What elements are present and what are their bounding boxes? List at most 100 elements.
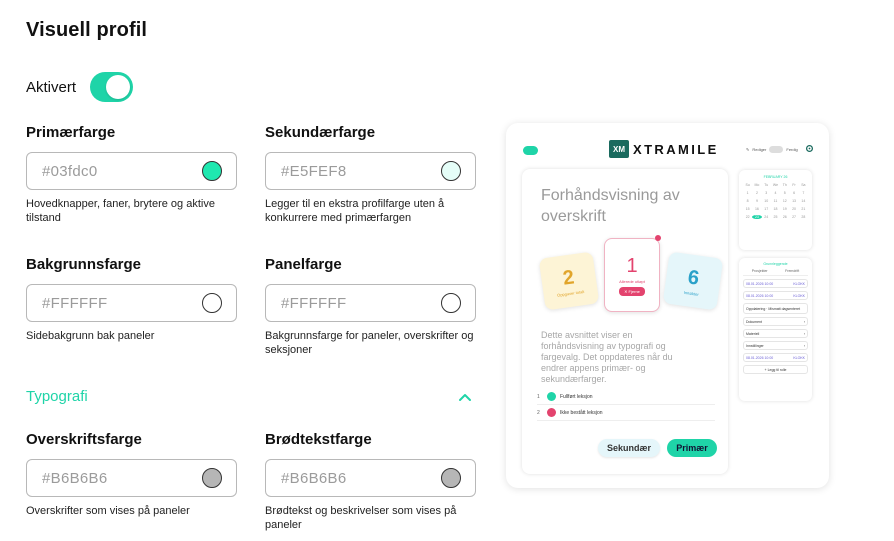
calendar-day: 13 [792, 199, 797, 203]
preview-card-tasks: 2 Oppgaver totalt [538, 251, 600, 311]
primary-color-help: Hovedknapper, faner, brytere og aktive t… [26, 198, 215, 224]
body-color-help: Brødtekst og beskrivelser som vises på p… [265, 505, 457, 531]
body-color-swatch[interactable] [441, 468, 461, 488]
calendar-day: 23 [752, 215, 762, 219]
secondary-color-label: Sekundærfarge [265, 124, 376, 141]
calendar-day: 5 [783, 191, 786, 195]
body-color-label: Brødtekstfarge [265, 431, 372, 448]
side-panel-row: Innstillinger › [743, 341, 808, 350]
calendar-day: 14 [801, 199, 806, 203]
side-panel-row-value: KLOKK [793, 293, 805, 298]
preview-menu-pill [523, 146, 538, 155]
typography-section-header[interactable]: Typografi [26, 388, 472, 405]
preview-heading: Forhåndsvisning av overskrift [541, 187, 680, 225]
preview-card-expired: 1 Allerede utløpt ✕ Fjerne [604, 238, 660, 312]
preview-card-number: 2 [561, 265, 576, 290]
panel-color-field: Panelfarge #FFFFFF Bakgrunnsfarge for pa… [265, 256, 477, 357]
calendar-day: 24 [764, 215, 769, 219]
calendar-day: 10 [764, 199, 769, 203]
side-panel-row: 08.01.2026 10:00 KLOKK [743, 353, 808, 362]
primary-color-swatch[interactable] [202, 161, 222, 181]
calendar-day: 25 [773, 215, 778, 219]
preview-edit-toggle [769, 146, 784, 153]
panel-color-help: Bakgrunnsfarge for paneler, overskrifter… [265, 330, 474, 356]
side-panel-row-label: Materiell [746, 331, 760, 336]
secondary-color-field: Sekundærfarge #E5FEF8 Legger til en ekst… [265, 124, 477, 225]
primary-color-value: #03fdc0 [42, 162, 98, 180]
side-panel-row-label: 08.01.2026 10:00 [746, 281, 774, 286]
preview-list: 1 Fullført leksjon 2 Ikke bestått leksjo… [537, 389, 715, 421]
calendar-day: 27 [792, 215, 797, 219]
background-color-value: #FFFFFF [42, 294, 108, 312]
logo-text: XTRAMILE [633, 141, 719, 157]
calendar-day: 12 [782, 199, 787, 203]
side-panel-row: Materiell › [743, 329, 808, 338]
calendar-day: 18 [773, 207, 778, 211]
notification-dot-icon [655, 235, 661, 241]
panel-color-label: Panelfarge [265, 256, 342, 273]
calendar-day: 6 [793, 191, 796, 195]
side-panel-row-label: Innstillinger [746, 343, 764, 348]
calendar-weekday: Th [782, 183, 787, 187]
calendar-day: 2 [755, 191, 758, 195]
secondary-color-help: Legger til en ekstra profilfarge uten å … [265, 198, 445, 224]
side-panel-row: 08.01.2026 10:00 KLOKK [743, 291, 808, 300]
side-panel-row-value: › [803, 343, 805, 348]
preview-card-label: Innsikter [683, 289, 700, 297]
heading-color-value: #B6B6B6 [42, 469, 108, 487]
preview-card-chip: ✕ Fjerne [619, 286, 645, 296]
calendar-weekday: We [772, 183, 779, 187]
side-panel-tabs: Prosjekter Fremdrift [743, 269, 808, 276]
settings-icon [805, 144, 814, 153]
secondary-color-input[interactable]: #E5FEF8 [265, 152, 476, 190]
heading-color-swatch[interactable] [202, 468, 222, 488]
preview-logo: XM XTRAMILE [609, 140, 719, 158]
calendar-day: 20 [792, 207, 797, 211]
preview-calendar: FEBRUARY 26 Su Mo Tu We Th Fr Sa 1 2 3 4 5 6 7 8 9 10 11 1… [739, 170, 812, 250]
preview-card: XM XTRAMILE ✎ Rediger Ferdig Forhåndsvis… [506, 123, 829, 488]
panel-color-input[interactable]: #FFFFFF [265, 284, 476, 322]
typography-title: Typografi [26, 388, 88, 405]
panel-color-value: #FFFFFF [281, 294, 347, 312]
secondary-color-swatch[interactable] [441, 161, 461, 181]
toggle-knob [106, 75, 131, 99]
calendar-day: 19 [782, 207, 787, 211]
body-color-value: #B6B6B6 [281, 469, 347, 487]
chevron-up-icon[interactable] [458, 392, 472, 402]
preview-edit-toggle-label: Ferdig [786, 147, 798, 152]
calendar-day: 17 [764, 207, 769, 211]
heading-color-input[interactable]: #B6B6B6 [26, 459, 237, 497]
side-panel-row: 08.01.2026 10:00 KLOKK [743, 279, 808, 288]
preview-card-number: 6 [686, 265, 701, 290]
calendar-weekday: Su [745, 183, 750, 187]
calendar-day: 22 [745, 215, 750, 219]
page-title: Visuell profil [26, 19, 148, 41]
body-color-field: Brødtekstfarge #B6B6B6 Brødtekst og besk… [265, 431, 477, 532]
side-panel-row: Oppdatering · Mismatt dagsenteret [743, 303, 808, 314]
preview-card-number: 1 [626, 254, 638, 277]
heading-color-help: Overskrifter som vises på paneler [26, 505, 190, 517]
calendar-day: 1 [746, 191, 749, 195]
calendar-day: 3 [765, 191, 768, 195]
background-color-input[interactable]: #FFFFFF [26, 284, 237, 322]
enabled-toggle[interactable] [90, 72, 134, 102]
preview-main-panel: Forhåndsvisning av overskrift 2 Oppgaver… [522, 169, 728, 474]
calendar-day: 4 [774, 191, 777, 195]
enabled-label: Aktivert [26, 78, 77, 96]
secondary-color-value: #E5FEF8 [281, 162, 347, 180]
preview-edit-control: ✎ Rediger Ferdig [746, 146, 798, 153]
preview-card-label: Oppgaver totalt [556, 288, 585, 298]
panel-color-swatch[interactable] [441, 293, 461, 313]
side-panel-tab: Fremdrift [785, 269, 800, 273]
side-panel-row-label: 08.01.2026 10:00 [746, 293, 774, 298]
list-label: Ikke bestått leksjon [560, 409, 603, 416]
side-panel-row-label: 08.01.2026 10:00 [746, 355, 774, 360]
primary-color-input[interactable]: #03fdc0 [26, 152, 237, 190]
calendar-day: 16 [754, 207, 759, 211]
body-color-input[interactable]: #B6B6B6 [265, 459, 476, 497]
calendar-day: 8 [746, 199, 749, 203]
preview-edit-label: Rediger [752, 147, 767, 152]
background-color-swatch[interactable] [202, 293, 222, 313]
logo-mark-icon: XM [609, 140, 629, 158]
side-panel-row-label: Oppdatering · Mismatt dagsenteret [746, 306, 801, 311]
